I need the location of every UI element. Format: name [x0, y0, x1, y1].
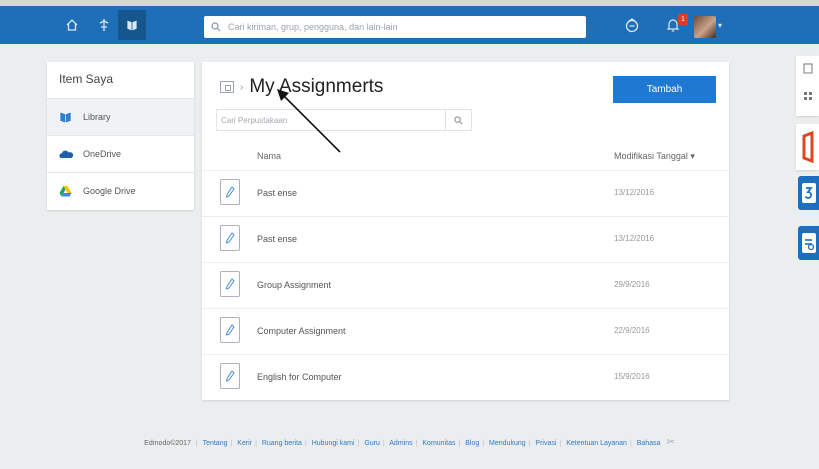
file-name[interactable]: Past ense	[257, 188, 297, 198]
footer-link-terms[interactable]: Ketentuan Layanan	[566, 440, 627, 447]
library-nav-icon[interactable]	[118, 10, 146, 40]
assignment-file-icon	[220, 179, 240, 205]
google-drive-icon	[59, 185, 73, 197]
footer-link-support[interactable]: Mendukung	[489, 440, 526, 447]
global-search-input[interactable]	[228, 17, 586, 37]
footer-link-newsroom[interactable]: Ruang berita	[262, 440, 302, 447]
file-date: 13/12/2016	[614, 188, 655, 197]
footer-copyright: Edmodo©2017	[144, 440, 191, 447]
sidebar-item-label: OneDrive	[83, 149, 122, 159]
backpack-icon[interactable]	[622, 15, 642, 35]
table-row[interactable]: English for Computer 15/9/2016	[202, 354, 729, 400]
file-date: 22/9/2016	[614, 326, 650, 335]
file-name[interactable]: Past ense	[257, 234, 297, 244]
footer-link-contact[interactable]: Hubungi kami	[312, 440, 355, 447]
global-search[interactable]	[204, 16, 586, 38]
onedrive-icon	[59, 148, 73, 160]
table-row[interactable]: Past ense 13/12/2016	[202, 216, 729, 262]
table-row[interactable]: Group Assignment 29/9/2016	[202, 262, 729, 308]
footer-decoration-icon: ✂	[666, 437, 675, 448]
assignment-file-icon	[220, 271, 240, 297]
footer-link-careers[interactable]: Kerir	[237, 440, 252, 447]
search-icon[interactable]	[445, 110, 471, 130]
annotation-arrow-icon	[277, 89, 341, 153]
folder-icon[interactable]	[220, 81, 234, 93]
activity-icon[interactable]	[94, 15, 114, 35]
top-navbar: 1 ▾	[0, 6, 819, 44]
file-name[interactable]: English for Computer	[257, 372, 342, 382]
sidebar-item-google-drive[interactable]: Google Drive	[47, 172, 194, 209]
assignment-file-icon	[220, 317, 240, 343]
page-footer: Edmodo©2017 | Tentang | Kerir | Ruang beri…	[144, 437, 675, 448]
user-avatar[interactable]	[694, 16, 716, 38]
breadcrumb-separator: ›	[240, 81, 244, 93]
table-row[interactable]: Computer Assignment 22/9/2016	[202, 308, 729, 354]
file-date: 29/9/2016	[614, 280, 650, 289]
footer-link-about[interactable]: Tentang	[203, 440, 228, 447]
file-name[interactable]: Group Assignment	[257, 280, 331, 290]
assignment-file-icon	[220, 225, 240, 251]
file-date: 15/9/2016	[614, 372, 650, 381]
library-icon	[59, 111, 73, 123]
file-date: 13/12/2016	[614, 234, 655, 243]
add-button[interactable]: Tambah	[613, 76, 716, 103]
footer-link-blog[interactable]: Blog	[465, 440, 479, 447]
sidebar-item-label: Library	[83, 112, 111, 122]
right-app-panel	[794, 56, 819, 286]
footer-link-community[interactable]: Komunitas	[422, 440, 455, 447]
sidebar-item-onedrive[interactable]: OneDrive	[47, 135, 194, 172]
my-items-sidebar: Item Saya Library OneDrive Google Drive	[47, 62, 194, 210]
file-name[interactable]: Computer Assignment	[257, 326, 346, 336]
footer-link-language[interactable]: Bahasa	[637, 440, 661, 447]
sidebar-item-label: Google Drive	[83, 186, 136, 196]
file-list: Past ense 13/12/2016 Past ense 13/12/201…	[202, 170, 729, 400]
office-app-tile[interactable]	[796, 124, 819, 170]
home-icon[interactable]	[62, 15, 82, 35]
table-row[interactable]: Past ense 13/12/2016	[202, 170, 729, 216]
footer-link-privacy[interactable]: Privasi	[535, 440, 556, 447]
footer-link-teachers[interactable]: Guru	[364, 440, 380, 447]
sidebar-item-library[interactable]: Library	[47, 98, 194, 135]
footer-link-admins[interactable]: Admins	[389, 440, 412, 447]
app-tile-list[interactable]	[798, 226, 819, 260]
column-date-header[interactable]: Modifikasi Tanggal ▾	[614, 151, 695, 162]
app-tile-3[interactable]	[798, 176, 819, 210]
sidebar-title: Item Saya	[59, 72, 114, 86]
chevron-down-icon[interactable]: ▾	[718, 21, 722, 30]
right-widget-box	[796, 56, 819, 116]
notification-badge: 1	[678, 14, 688, 25]
assignment-file-icon	[220, 363, 240, 389]
search-icon	[204, 22, 228, 32]
